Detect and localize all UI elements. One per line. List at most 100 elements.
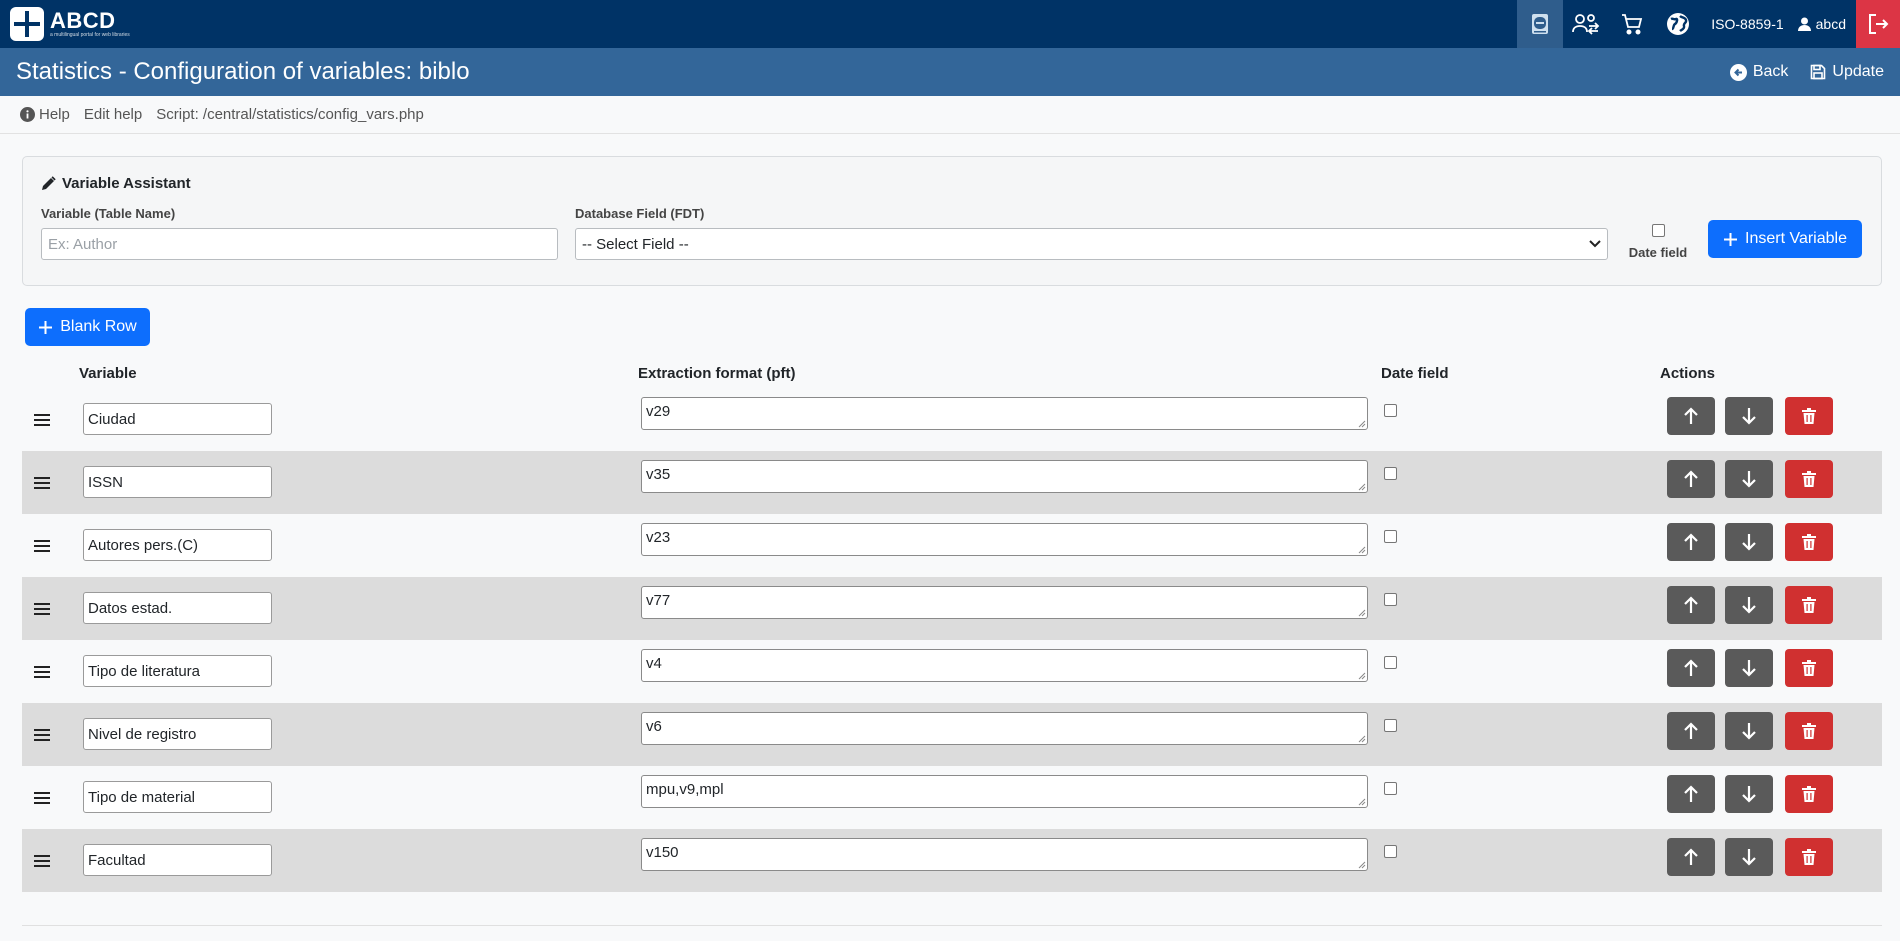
drag-handle-icon[interactable] xyxy=(34,603,50,615)
move-up-button[interactable] xyxy=(1667,775,1715,813)
variable-name-input[interactable] xyxy=(41,228,558,260)
move-up-button[interactable] xyxy=(1667,397,1715,435)
arrow-down-icon xyxy=(1742,534,1756,551)
delete-row-button[interactable] xyxy=(1785,712,1833,750)
date-field-checkbox[interactable] xyxy=(1384,404,1397,417)
plus-icon xyxy=(1724,232,1737,246)
drag-handle-icon[interactable] xyxy=(34,414,50,426)
drag-handle-icon[interactable] xyxy=(34,729,50,741)
resize-grip-icon[interactable] xyxy=(1358,483,1366,491)
date-field-checkbox[interactable] xyxy=(1384,845,1397,858)
resize-grip-icon[interactable] xyxy=(1358,798,1366,806)
variable-input[interactable]: Facultad xyxy=(83,844,272,876)
delete-row-button[interactable] xyxy=(1785,586,1833,624)
insert-variable-button[interactable]: Insert Variable xyxy=(1708,220,1862,258)
table-row: ISSN v35 xyxy=(22,451,1882,514)
arrow-down-icon xyxy=(1742,597,1756,614)
variable-input[interactable]: Datos estad. xyxy=(83,592,272,624)
drag-handle-icon[interactable] xyxy=(34,792,50,804)
cart-icon[interactable] xyxy=(1609,0,1655,48)
move-down-button[interactable] xyxy=(1725,838,1773,876)
drag-handle-icon[interactable] xyxy=(34,540,50,552)
catalog-module-icon[interactable] xyxy=(1517,0,1564,48)
pft-format-textarea[interactable]: v150 xyxy=(641,838,1368,871)
drag-handle-icon[interactable] xyxy=(34,855,50,867)
variable-input[interactable]: Autores pers.(C) xyxy=(83,529,272,561)
globe-icon[interactable] xyxy=(1655,0,1701,48)
move-down-button[interactable] xyxy=(1725,712,1773,750)
database-field-select[interactable]: -- Select Field -- xyxy=(575,228,1608,260)
trash-icon xyxy=(1802,723,1816,739)
save-icon xyxy=(1811,64,1826,80)
move-up-button[interactable] xyxy=(1667,460,1715,498)
date-field-checkbox[interactable] xyxy=(1384,530,1397,543)
update-button[interactable]: Update xyxy=(1810,63,1884,81)
arrow-left-circle-icon xyxy=(1729,63,1747,81)
move-up-button[interactable] xyxy=(1667,838,1715,876)
edit-help-link[interactable]: Edit help xyxy=(84,106,142,123)
assistant-date-label: Date field xyxy=(1628,245,1688,260)
move-up-button[interactable] xyxy=(1667,586,1715,624)
pft-format-textarea[interactable]: v35 xyxy=(641,460,1368,493)
logo-icon xyxy=(10,7,44,41)
resize-grip-icon[interactable] xyxy=(1358,420,1366,428)
move-down-button[interactable] xyxy=(1725,397,1773,435)
logout-button[interactable] xyxy=(1856,0,1900,48)
arrow-up-icon xyxy=(1684,722,1698,739)
arrow-up-icon xyxy=(1684,470,1698,487)
move-down-button[interactable] xyxy=(1725,523,1773,561)
variable-input[interactable]: Tipo de literatura xyxy=(83,655,272,687)
delete-row-button[interactable] xyxy=(1785,460,1833,498)
pft-format-textarea[interactable]: v4 xyxy=(641,649,1368,682)
resize-grip-icon[interactable] xyxy=(1358,609,1366,617)
move-up-button[interactable] xyxy=(1667,523,1715,561)
move-down-button[interactable] xyxy=(1725,460,1773,498)
assistant-date-checkbox[interactable] xyxy=(1651,224,1665,237)
pft-format-textarea[interactable]: v23 xyxy=(641,523,1368,556)
date-field-checkbox[interactable] xyxy=(1384,719,1397,732)
top-navbar: ABCD a multilingual portal for web libra… xyxy=(0,0,1900,48)
variable-input[interactable]: ISSN xyxy=(83,466,272,498)
blank-row-button[interactable]: Blank Row xyxy=(25,308,150,346)
pft-format-textarea[interactable]: mpu,v9,mpl xyxy=(641,775,1368,808)
delete-row-button[interactable] xyxy=(1785,523,1833,561)
assistant-title: Variable Assistant xyxy=(62,175,191,192)
pft-format-textarea[interactable]: v77 xyxy=(641,586,1368,619)
resize-grip-icon[interactable] xyxy=(1358,861,1366,869)
delete-row-button[interactable] xyxy=(1785,775,1833,813)
header-format: Extraction format (pft) xyxy=(638,364,796,382)
move-down-button[interactable] xyxy=(1725,586,1773,624)
trash-icon xyxy=(1802,660,1816,676)
arrow-down-icon xyxy=(1742,786,1756,803)
resize-grip-icon[interactable] xyxy=(1358,672,1366,680)
drag-handle-icon[interactable] xyxy=(34,477,50,489)
move-up-button[interactable] xyxy=(1667,712,1715,750)
resize-grip-icon[interactable] xyxy=(1358,546,1366,554)
delete-row-button[interactable] xyxy=(1785,649,1833,687)
chevron-down-icon xyxy=(1589,240,1601,248)
delete-row-button[interactable] xyxy=(1785,397,1833,435)
variable-input[interactable]: Ciudad xyxy=(83,403,272,435)
header-variable: Variable xyxy=(79,364,137,382)
drag-handle-icon[interactable] xyxy=(34,666,50,678)
move-down-button[interactable] xyxy=(1725,775,1773,813)
user-icon xyxy=(1797,17,1811,31)
delete-row-button[interactable] xyxy=(1785,838,1833,876)
abcd-logo[interactable]: ABCD a multilingual portal for web libra… xyxy=(10,7,130,41)
variable-input[interactable]: Nivel de registro xyxy=(83,718,272,750)
date-field-checkbox[interactable] xyxy=(1384,656,1397,669)
user-menu[interactable]: abcd xyxy=(1797,16,1846,32)
back-button[interactable]: Back xyxy=(1729,63,1788,81)
pft-format-textarea[interactable]: v29 xyxy=(641,397,1368,430)
date-field-checkbox[interactable] xyxy=(1384,467,1397,480)
users-exchange-icon[interactable] xyxy=(1563,0,1609,48)
variable-input[interactable]: Tipo de material xyxy=(83,781,272,813)
date-field-checkbox[interactable] xyxy=(1384,593,1397,606)
pft-format-textarea[interactable]: v6 xyxy=(641,712,1368,745)
help-link[interactable]: Help xyxy=(20,106,70,123)
date-field-checkbox[interactable] xyxy=(1384,782,1397,795)
charset-label[interactable]: ISO-8859-1 xyxy=(1711,16,1783,32)
move-down-button[interactable] xyxy=(1725,649,1773,687)
move-up-button[interactable] xyxy=(1667,649,1715,687)
resize-grip-icon[interactable] xyxy=(1358,735,1366,743)
